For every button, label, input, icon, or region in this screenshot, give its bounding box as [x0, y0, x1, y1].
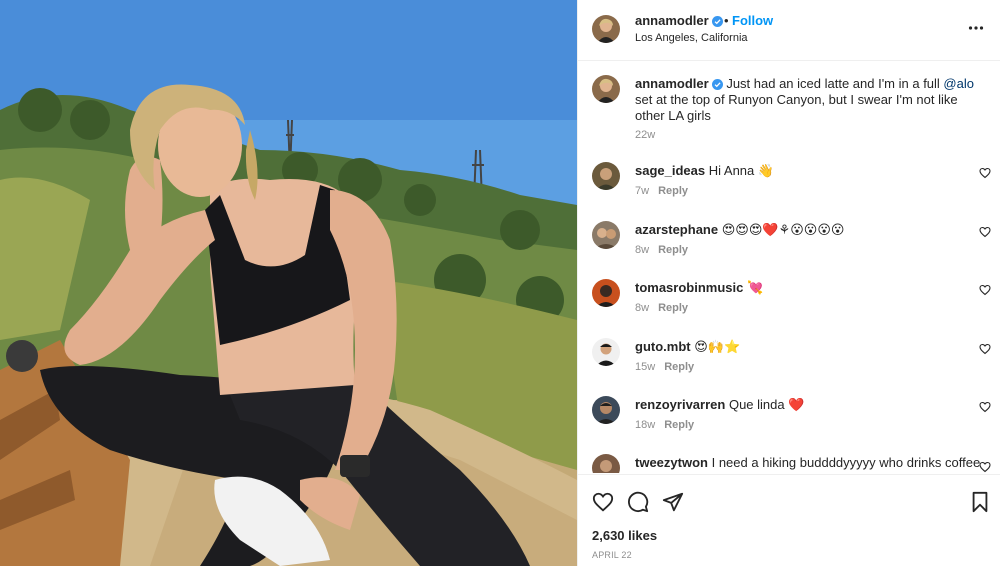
- commenter-avatar[interactable]: [592, 338, 620, 366]
- reply-button[interactable]: Reply: [658, 244, 688, 256]
- comment-item: tweezytwon I need a hiking buddddyyyyy w…: [578, 454, 1000, 473]
- comment-like-heart-icon[interactable]: [979, 460, 991, 473]
- post-actions-bar: 2,630 likes APRIL 22: [578, 474, 1000, 566]
- comment-item: tomasrobinmusic 💘 8w Reply: [578, 279, 1000, 331]
- commenter-username[interactable]: guto.mbt: [635, 339, 691, 354]
- comment-item: azarstephane 😍😍😍❤️⚘😮😮😮😮 8w Reply: [578, 221, 1000, 273]
- comment-like-heart-icon[interactable]: [979, 225, 991, 243]
- commenter-username[interactable]: azarstephane: [635, 222, 718, 237]
- caption-timestamp[interactable]: 22w: [635, 129, 655, 141]
- comment-age[interactable]: 8w: [635, 302, 649, 314]
- comment-item: sage_ideas Hi Anna 👋 7w Reply: [578, 162, 1000, 214]
- caption-username[interactable]: annamodler: [635, 76, 709, 91]
- comment-like-heart-icon[interactable]: [979, 400, 991, 418]
- caption-body-start: Just had an iced latte and I'm in a full: [726, 76, 944, 91]
- comment-text: Que linda ❤️: [728, 397, 805, 412]
- comment-item: renzoyrivarren Que linda ❤️ 18w Reply: [578, 396, 1000, 448]
- comment-like-heart-icon[interactable]: [979, 342, 991, 360]
- comment-age[interactable]: 18w: [635, 419, 655, 431]
- comment-text: Hi Anna 👋: [708, 163, 775, 178]
- comment-like-heart-icon[interactable]: [979, 283, 991, 301]
- commenter-avatar[interactable]: [592, 221, 620, 249]
- bookmark-icon[interactable]: [970, 491, 990, 518]
- comment-icon[interactable]: [627, 491, 649, 518]
- commenter-username[interactable]: tweezytwon: [635, 455, 708, 470]
- commenter-avatar[interactable]: [592, 162, 620, 190]
- reply-button[interactable]: Reply: [664, 419, 694, 431]
- comment-text: 😍🙌⭐: [694, 339, 741, 354]
- caption-body-end: set at the top of Runyon Canyon, but I s…: [635, 92, 958, 123]
- caption-author-avatar[interactable]: [592, 75, 620, 103]
- post-date[interactable]: APRIL 22: [592, 550, 632, 560]
- comment-text: 😍😍😍❤️⚘😮😮😮😮: [721, 222, 845, 237]
- reply-button[interactable]: Reply: [658, 302, 688, 314]
- paper-plane-icon[interactable]: [662, 491, 684, 518]
- heart-icon[interactable]: [592, 491, 614, 518]
- verified-badge-icon: [711, 79, 723, 90]
- photo-illustration: [0, 0, 577, 566]
- comment-age[interactable]: 7w: [635, 185, 649, 197]
- commenter-username[interactable]: renzoyrivarren: [635, 397, 725, 412]
- caption-mention-link[interactable]: @alo: [943, 76, 974, 91]
- commenter-username[interactable]: sage_ideas: [635, 163, 705, 178]
- post-details-panel: annamodler • Follow Los Angeles, Califor…: [577, 0, 1000, 566]
- reply-button[interactable]: Reply: [658, 185, 688, 197]
- comment-text: 💘: [746, 280, 764, 295]
- comment-age[interactable]: 8w: [635, 244, 649, 256]
- comment-item: guto.mbt 😍🙌⭐ 15w Reply: [578, 338, 1000, 390]
- commenter-username[interactable]: tomasrobinmusic: [635, 280, 743, 295]
- comments-scroll-area[interactable]: annamodler Just had an iced latte and I'…: [578, 0, 1000, 473]
- comment-like-heart-icon[interactable]: [979, 166, 991, 184]
- post-photo[interactable]: [0, 0, 577, 566]
- comment-text: I need a hiking buddddyyyyy who drinks c…: [711, 455, 981, 470]
- commenter-avatar[interactable]: [592, 279, 620, 307]
- commenter-avatar[interactable]: [592, 454, 620, 473]
- comment-age[interactable]: 15w: [635, 361, 655, 373]
- caption-text: annamodler Just had an iced latte and I'…: [635, 76, 980, 124]
- commenter-avatar[interactable]: [592, 396, 620, 424]
- likes-count[interactable]: 2,630 likes: [592, 528, 657, 543]
- reply-button[interactable]: Reply: [664, 361, 694, 373]
